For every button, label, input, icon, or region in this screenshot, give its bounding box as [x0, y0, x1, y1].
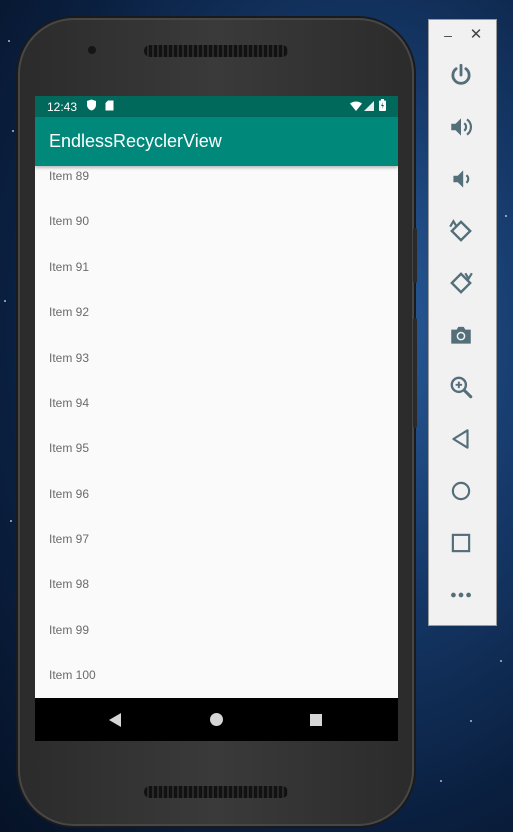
back-button[interactable] [446, 424, 476, 454]
list-item[interactable]: Item 95 [49, 441, 89, 455]
phone-volume-button[interactable] [413, 318, 417, 428]
power-button[interactable] [446, 60, 476, 90]
rotate-right-icon [450, 272, 473, 294]
back-icon [452, 429, 469, 449]
list-item[interactable]: Item 97 [49, 532, 89, 546]
app-title: EndlessRecyclerView [49, 131, 222, 151]
screenshot-button[interactable] [446, 320, 476, 350]
power-icon [451, 63, 471, 85]
volume-up-button[interactable] [446, 112, 476, 142]
phone-frame: 12:43 EndlessRecyclerView Item 89 Item 9… [18, 18, 417, 826]
list-item[interactable]: Item 99 [49, 623, 89, 637]
list-item[interactable]: Item 92 [49, 305, 89, 319]
status-bar: 12:43 [35, 96, 398, 117]
status-time: 12:43 [47, 99, 78, 114]
phone-side-button[interactable] [413, 228, 417, 283]
more-button[interactable] [446, 580, 476, 610]
list-item[interactable]: Item 96 [49, 487, 89, 501]
volume-down-icon [453, 170, 470, 188]
cell-signal-icon [364, 100, 374, 114]
list-item[interactable]: Item 100 [49, 668, 96, 682]
list-item[interactable]: Item 93 [49, 351, 89, 365]
emulator-control-panel: – ✕ [428, 19, 497, 626]
shield-icon [86, 99, 97, 114]
zoom-button[interactable] [446, 372, 476, 402]
rotate-left-button[interactable] [446, 216, 476, 246]
sd-card-icon [105, 100, 114, 114]
wifi-icon [350, 100, 362, 114]
list-item[interactable]: Item 91 [49, 260, 89, 274]
nav-home-icon[interactable] [210, 713, 223, 726]
home-button[interactable] [446, 476, 476, 506]
overview-button[interactable] [446, 528, 476, 558]
app-bar: EndlessRecyclerView [35, 117, 398, 166]
panel-title-bar: – ✕ [429, 20, 496, 50]
camera-icon [451, 326, 471, 344]
bottom-speaker [144, 786, 288, 798]
rotate-left-icon [449, 219, 472, 242]
volume-down-button[interactable] [446, 164, 476, 194]
home-icon [451, 481, 471, 501]
navigation-bar [35, 698, 398, 741]
list-item[interactable]: Item 94 [49, 396, 89, 410]
close-icon[interactable]: ✕ [469, 27, 483, 42]
minimize-icon[interactable]: – [441, 28, 455, 42]
nav-overview-icon[interactable] [310, 714, 322, 726]
battery-icon [379, 99, 386, 114]
more-icon [451, 592, 471, 598]
volume-up-icon [451, 118, 473, 136]
rotate-right-button[interactable] [446, 268, 476, 298]
top-speaker [144, 45, 288, 57]
device-screen: 12:43 EndlessRecyclerView Item 89 Item 9… [35, 96, 398, 741]
overview-icon [451, 533, 471, 553]
list-item[interactable]: Item 98 [49, 577, 89, 591]
nav-back-icon[interactable] [109, 713, 121, 727]
list-item[interactable]: Item 89 [49, 169, 89, 183]
zoom-icon [450, 376, 473, 399]
front-camera [88, 46, 96, 54]
recycler-list[interactable]: Item 89 Item 90 Item 91 Item 92 Item 93 … [35, 166, 398, 698]
list-item[interactable]: Item 90 [49, 214, 89, 228]
